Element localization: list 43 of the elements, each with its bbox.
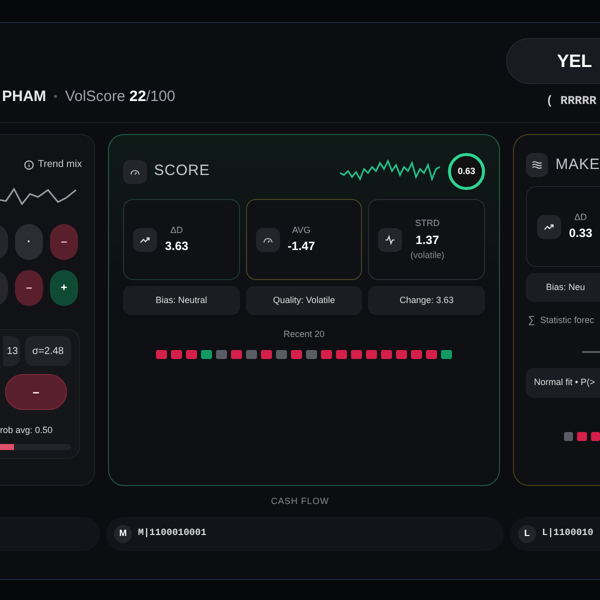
stat-label: ΔD (170, 224, 183, 237)
info-icon (24, 160, 34, 170)
sell-button[interactable]: – (5, 374, 67, 410)
summary-tag: Change: 3.63 (368, 286, 485, 315)
stat-note: (volatile) (410, 248, 444, 262)
forecast-label: Statistic forec (540, 314, 594, 327)
pulse-icon (384, 234, 396, 246)
status-pill[interactable]: YEL (506, 38, 600, 84)
prob-text: rob avg: 0.50 (0, 424, 54, 437)
score-value: 22 (129, 88, 146, 104)
card-title: MAKE (555, 154, 600, 175)
stat-value: -1.47 (288, 238, 316, 256)
score-gauge: 0.63 (448, 153, 485, 190)
card-title: SCORE (154, 161, 210, 182)
stat-chip: σ=2.48 (25, 336, 71, 366)
score-label: VolScore (65, 88, 126, 104)
stat-label: STRD (415, 217, 440, 230)
stat-value: 0.33 (569, 225, 592, 242)
summary-tag: Bias: Neu (526, 273, 600, 302)
flow-badge: L (518, 524, 536, 542)
section-title: CASH FLOW (270, 495, 329, 508)
sigma-icon: ∑ (528, 313, 536, 328)
legend-label: Trend mix (38, 158, 82, 172)
flow-value: L|1100010 (542, 526, 594, 540)
profile-name: PHAM (2, 86, 46, 106)
flow-badge: M (114, 524, 132, 542)
stat-chip: 13 (3, 336, 20, 366)
stat-value: 1.37 (416, 232, 440, 248)
vote-button[interactable]: – (50, 224, 78, 260)
recent-label: Recent 20 (283, 328, 325, 341)
stat-label: AVG (292, 224, 310, 237)
score-max: /100 (146, 88, 176, 104)
vote-button[interactable]: · (15, 224, 43, 260)
stat-label: ΔD (574, 210, 587, 224)
fit-text: Normal fit • P(> (526, 368, 600, 398)
vote-button[interactable]: – (15, 270, 43, 306)
flow-value: M|1100010001 (138, 526, 206, 540)
summary-tag: Bias: Neutral (123, 286, 240, 315)
stat-value: 3.63 (165, 238, 188, 256)
vote-button[interactable]: + (50, 270, 78, 306)
summary-tag: Quality: Volatile (246, 286, 362, 315)
code-text: ( RRRRR (546, 93, 598, 110)
waves-icon (531, 159, 544, 171)
